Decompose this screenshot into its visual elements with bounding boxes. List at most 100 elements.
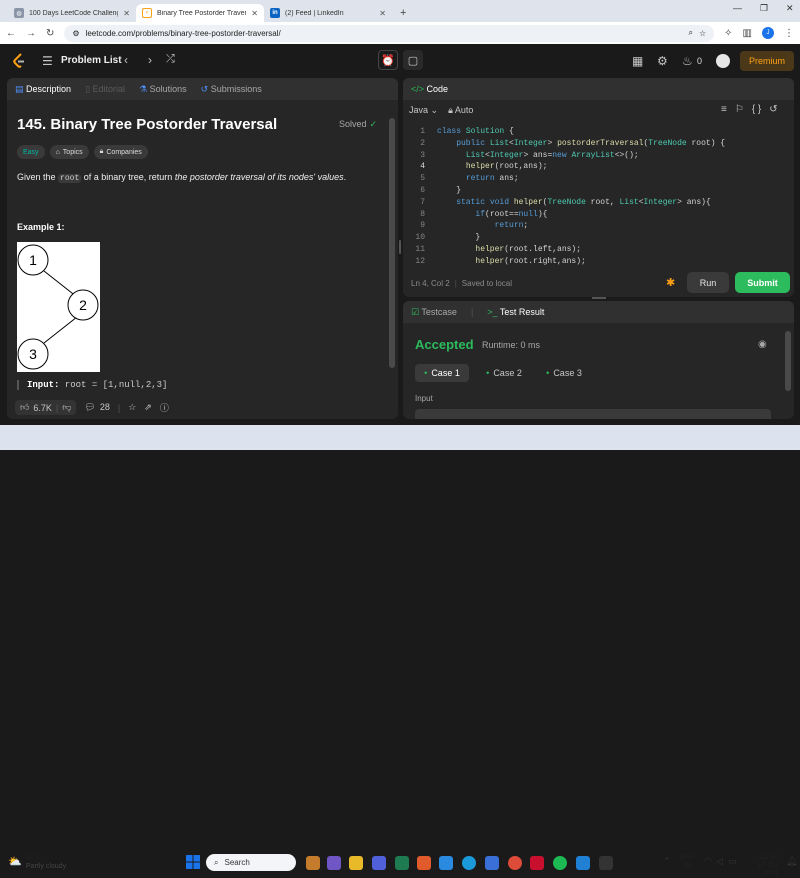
close-icon[interactable]: ✕ bbox=[123, 9, 130, 18]
user-avatar[interactable] bbox=[716, 54, 730, 68]
close-icon[interactable]: ✕ bbox=[379, 9, 386, 18]
linkedin-icon: in bbox=[270, 8, 280, 18]
format-icon[interactable]: ≡ bbox=[721, 104, 727, 115]
list-icon[interactable]: ☰ bbox=[42, 54, 53, 68]
tab-testcase[interactable]: ☑ Testcase bbox=[411, 307, 457, 318]
prev-problem-icon[interactable]: ‹ bbox=[124, 53, 128, 67]
windows-start-icon[interactable] bbox=[186, 855, 200, 869]
minimize-icon[interactable]: — bbox=[733, 3, 742, 13]
premium-button[interactable]: Premium bbox=[740, 51, 794, 71]
auto-toggle[interactable]: 🔒︎ Auto bbox=[448, 105, 473, 116]
close-icon[interactable]: ✕ bbox=[251, 9, 258, 18]
shuffle-icon[interactable]: ⤮ bbox=[166, 53, 175, 66]
clock[interactable]: 21:30 17-01-2024 bbox=[744, 854, 778, 878]
app-office-icon[interactable] bbox=[417, 856, 431, 870]
run-button[interactable]: Run bbox=[687, 272, 729, 293]
back-arrow-icon[interactable]: ← bbox=[6, 28, 16, 39]
weather-icon: ⛅ bbox=[8, 856, 22, 868]
next-problem-icon[interactable]: › bbox=[148, 53, 152, 67]
share-icon[interactable]: ⇗ bbox=[144, 402, 152, 413]
timer-icon[interactable]: ⏰ bbox=[378, 50, 398, 70]
tab-editorial[interactable]: ▯ Editorial bbox=[85, 84, 125, 95]
weather-widget[interactable]: 11°C Partly cloudy bbox=[26, 853, 66, 871]
app-widget-icon[interactable] bbox=[306, 856, 320, 870]
eye-icon[interactable]: ◉ bbox=[758, 339, 767, 350]
case-tab-3[interactable]: • Case 3 bbox=[537, 364, 591, 382]
comment-count: 28 bbox=[99, 402, 110, 412]
settings-gear-icon[interactable]: ⚙ bbox=[657, 54, 668, 68]
tab-test-result[interactable]: >_ Test Result bbox=[487, 307, 544, 317]
file-explorer-icon[interactable] bbox=[349, 856, 363, 870]
new-tab-button[interactable]: + bbox=[392, 4, 414, 22]
app-mcafee-icon[interactable] bbox=[530, 856, 544, 870]
maximize-icon[interactable]: ❐ bbox=[760, 3, 768, 14]
debug-bug-icon[interactable]: ✱ bbox=[666, 276, 675, 289]
problem-list-link[interactable]: Problem List bbox=[61, 55, 122, 66]
menu-icon[interactable]: ⋮ bbox=[784, 28, 794, 39]
divider: | bbox=[117, 402, 121, 413]
thumbs-up-icon: 👍︎ bbox=[20, 402, 30, 412]
panel-resize-handle[interactable] bbox=[592, 297, 606, 299]
browser-tab-linkedin[interactable]: in (2) Feed | LinkedIn ✕ bbox=[264, 4, 392, 22]
result-scrollbar[interactable] bbox=[785, 331, 791, 391]
topics-button[interactable]: ⌂ Topics bbox=[49, 145, 89, 159]
extensions-icon[interactable]: ✧ bbox=[724, 28, 732, 39]
app-store-icon[interactable] bbox=[395, 856, 409, 870]
url-input[interactable]: ⚙ leetcode.com/problems/binary-tree-post… bbox=[64, 24, 715, 42]
spotify-icon[interactable] bbox=[553, 856, 567, 870]
reload-icon[interactable]: ↻ bbox=[46, 28, 54, 39]
comments-button[interactable]: 💬︎ 28 bbox=[84, 402, 109, 413]
thumbs-down-icon[interactable]: 👎︎ bbox=[62, 402, 71, 413]
bookmark-star-icon[interactable]: ☆ bbox=[699, 29, 706, 38]
site-info-icon[interactable]: ⚙ bbox=[72, 29, 79, 38]
submit-button[interactable]: Submit bbox=[735, 272, 790, 293]
panel-resize-handle[interactable] bbox=[399, 240, 401, 254]
help-icon[interactable]: ⓘ bbox=[160, 401, 169, 414]
app-photos-icon[interactable] bbox=[439, 856, 453, 870]
line-number: 1 bbox=[420, 127, 425, 136]
sidebar-icon[interactable]: ▥ bbox=[743, 28, 752, 39]
tag-icon: ⌂ bbox=[55, 148, 60, 156]
tab-code[interactable]: </> Code bbox=[411, 84, 448, 94]
browser-tab-100-days[interactable]: ◍ 100 Days LeetCode Challenge ✕ bbox=[8, 4, 136, 22]
app-terminal-icon[interactable] bbox=[599, 856, 613, 870]
language-indicator[interactable]: ENG IN bbox=[680, 854, 695, 870]
edge-browser-icon[interactable] bbox=[462, 856, 476, 870]
companies-button[interactable]: 🔒︎ Companies bbox=[93, 145, 148, 159]
app-word-icon[interactable] bbox=[485, 856, 499, 870]
streak-fire-icon[interactable]: ♨ bbox=[682, 54, 693, 68]
volume-icon[interactable]: ◁ bbox=[716, 856, 723, 867]
wifi-icon[interactable]: ◠ bbox=[704, 856, 712, 867]
case-tab-1[interactable]: • Case 1 bbox=[415, 364, 469, 382]
forward-arrow-icon[interactable]: → bbox=[26, 28, 36, 39]
favorite-star-icon[interactable]: ☆ bbox=[128, 402, 136, 413]
chevron-up-icon[interactable]: ⌃ bbox=[663, 856, 671, 867]
braces-icon[interactable]: { } bbox=[752, 104, 761, 115]
chrome-browser-icon[interactable] bbox=[508, 856, 522, 870]
app-teams-icon[interactable] bbox=[372, 856, 386, 870]
layout-grid-icon[interactable]: ▦ bbox=[632, 54, 643, 68]
code-editor[interactable]: class Solution { public List<Integer> po… bbox=[437, 126, 782, 268]
profile-avatar[interactable]: J bbox=[762, 27, 774, 39]
case-tab-2[interactable]: • Case 2 bbox=[477, 364, 531, 382]
check-circle-icon: ✓ bbox=[369, 119, 378, 129]
description-scrollbar[interactable] bbox=[389, 118, 395, 368]
tab-description[interactable]: ▤ Description bbox=[15, 84, 71, 95]
app-copilot-icon[interactable] bbox=[327, 856, 341, 870]
notification-bell-icon[interactable]: 🔔︎ bbox=[786, 856, 797, 867]
close-window-icon[interactable]: ✕ bbox=[786, 3, 794, 14]
tab-submissions[interactable]: ↺ Submissions bbox=[201, 84, 262, 95]
language-select[interactable]: Java ⌄ bbox=[409, 105, 438, 116]
like-button[interactable]: 👍︎ 6.7K | 👎︎ bbox=[15, 400, 77, 415]
notes-icon[interactable]: ▢ bbox=[403, 50, 423, 70]
flask-icon: ⚗ bbox=[139, 83, 148, 94]
bookmark-icon[interactable]: ⚐ bbox=[735, 104, 744, 115]
battery-icon[interactable]: ▭ bbox=[728, 856, 737, 867]
browser-tab-leetcode[interactable]: ‹ Binary Tree Postorder Traversal ✕ bbox=[136, 4, 264, 22]
reset-icon[interactable]: ↺ bbox=[769, 104, 777, 115]
taskbar-search[interactable]: ⌕ Search bbox=[206, 854, 296, 871]
zoom-icon[interactable]: ⌕ bbox=[689, 28, 693, 38]
tab-solutions[interactable]: ⚗ Solutions bbox=[139, 84, 187, 95]
vscode-icon[interactable] bbox=[576, 856, 590, 870]
leetcode-logo-icon[interactable] bbox=[12, 53, 26, 69]
